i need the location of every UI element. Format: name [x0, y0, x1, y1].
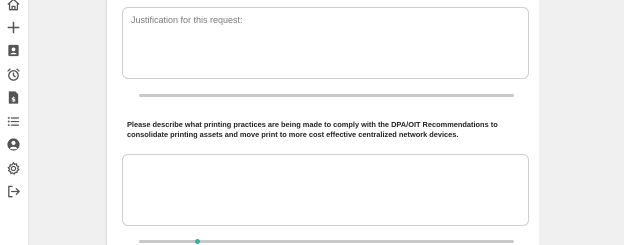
right-background: [539, 0, 624, 245]
left-background: [29, 0, 106, 245]
justification-textarea[interactable]: [122, 7, 529, 79]
user-circle-icon[interactable]: [6, 137, 21, 152]
list-icon[interactable]: [6, 114, 21, 129]
home-icon[interactable]: [6, 0, 21, 12]
plus-icon[interactable]: [6, 20, 21, 35]
printing-practices-textarea[interactable]: [122, 154, 529, 226]
alarm-clock-icon[interactable]: [6, 67, 21, 82]
contact-card-icon[interactable]: [6, 43, 21, 58]
invoice-dollar-icon[interactable]: $: [6, 90, 21, 105]
section-divider: [139, 94, 514, 97]
printing-practices-question: Please describe what printing practices …: [127, 120, 498, 139]
sign-out-icon[interactable]: [6, 184, 21, 199]
progress-marker: [195, 239, 200, 244]
svg-text:$: $: [11, 95, 16, 103]
gear-icon[interactable]: [6, 161, 21, 176]
sidebar: $: [0, 0, 29, 245]
